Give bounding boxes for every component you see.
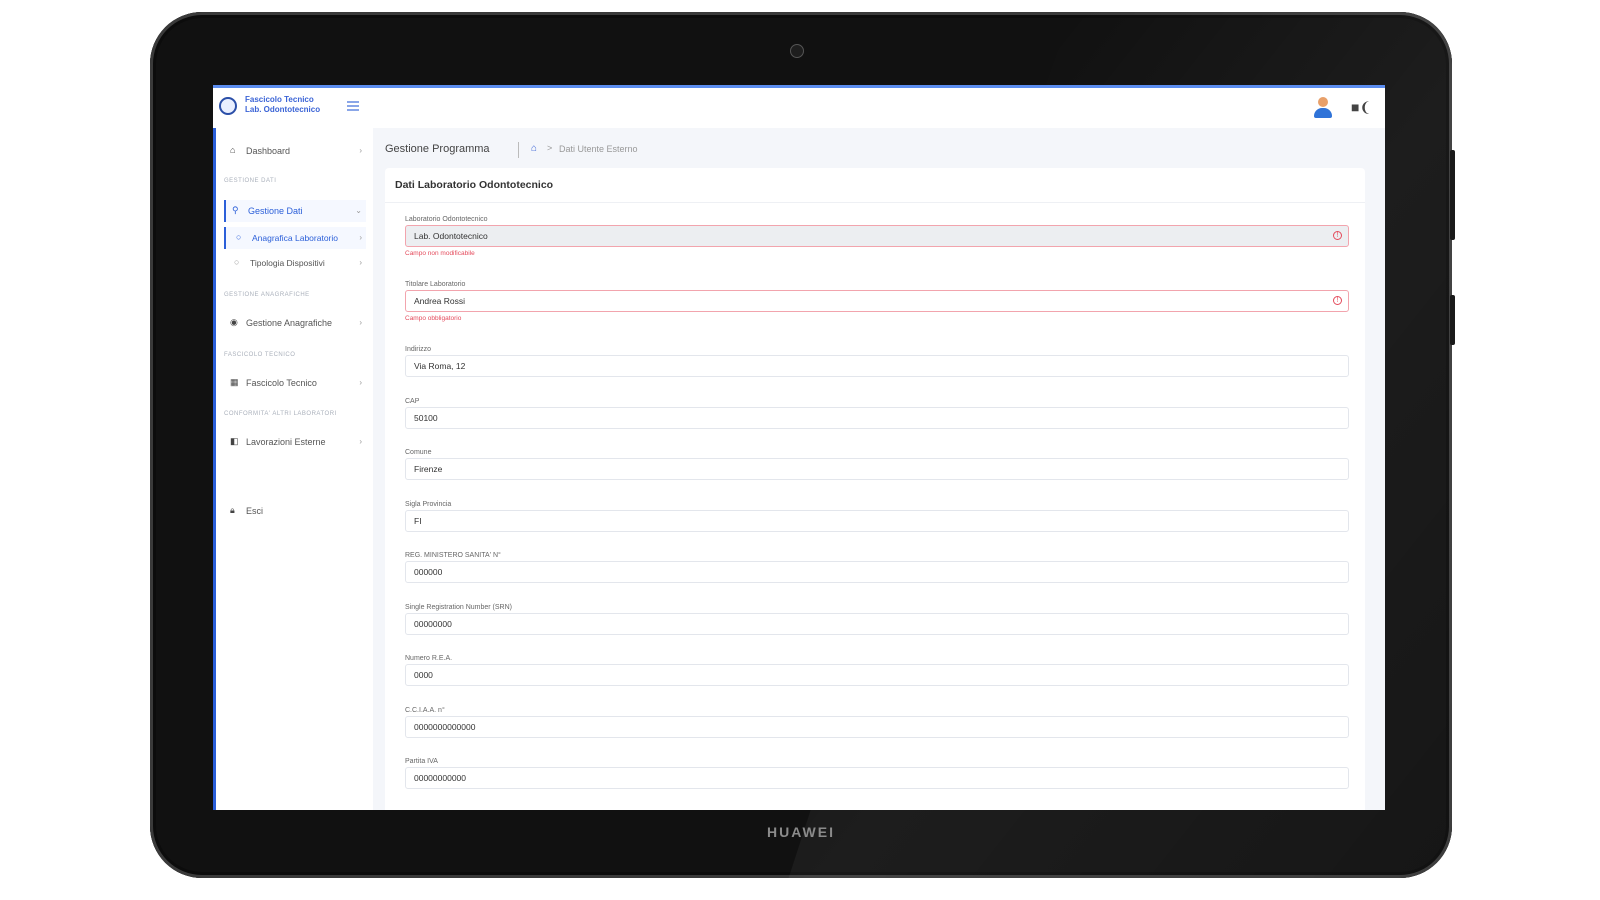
card-title: Dati Laboratorio Odontotecnico <box>395 179 554 191</box>
field-label: Titolare Laboratorio <box>405 281 466 288</box>
srn-input[interactable]: 00000000 <box>405 613 1349 635</box>
circle-icon: ○ <box>236 232 242 242</box>
field-label: Numero R.E.A. <box>405 655 453 662</box>
field-label: Laboratorio Odontotecnico <box>405 216 488 223</box>
field-srn: Single Registration Number (SRN) 0000000… <box>405 602 1349 635</box>
sidebar-section-conformita: CONFORMITA' ALTRI LABORATORI <box>224 411 337 417</box>
field-cap: CAP 50100 <box>405 396 1349 429</box>
chevron-right-icon: > <box>547 143 553 153</box>
sidebar-item-lavorazioni-esterne[interactable]: ◧ Lavorazioni Esterne › <box>224 431 366 453</box>
app-logo-text: Fascicolo Tecnico Lab. Odontotecnico <box>245 95 320 115</box>
field-provincia: Sigla Provincia FI <box>405 499 1349 532</box>
breadcrumb-current-page: Dati Utente Esterno <box>559 144 638 154</box>
titolare-input[interactable]: Andrea Rossi ! <box>405 290 1349 312</box>
sidebar: ⌂ Dashboard › GESTIONE DATI ⚲ Gestione D… <box>213 128 373 810</box>
field-label: Sigla Provincia <box>405 501 452 508</box>
users-icon: ◉ <box>230 317 238 327</box>
field-indirizzo: Indirizzo Via Roma, 12 <box>405 344 1349 377</box>
sidebar-section-gestione-dati: GESTIONE DATI <box>224 178 277 184</box>
device-brand: HUAWEI <box>767 824 835 840</box>
field-label: Comune <box>405 449 432 456</box>
top-bar: Fascicolo Tecnico Lab. Odontotecnico ■❨ <box>213 88 1385 128</box>
user-avatar-icon[interactable] <box>1313 97 1333 119</box>
field-titolare: Titolare Laboratorio Andrea Rossi ! Camp… <box>405 279 1349 324</box>
laboratorio-input[interactable]: Lab. Odontotecnico ! <box>405 225 1349 247</box>
sidebar-section-fascicolo-tecnico: FASCICOLO TECNICO <box>224 352 296 358</box>
field-label: Partita IVA <box>405 758 438 765</box>
app-logo-icon <box>219 97 237 115</box>
logo-line-2: Lab. Odontotecnico <box>245 105 321 114</box>
folder-icon: ▦ <box>230 377 239 387</box>
circle-icon: ○ <box>234 257 240 267</box>
chevron-right-icon: › <box>359 378 362 387</box>
power-button <box>1450 295 1455 345</box>
sidebar-item-gestione-dati[interactable]: ⚲ Gestione Dati ⌄ <box>224 200 366 222</box>
chevron-right-icon: › <box>359 146 362 155</box>
card-header: Dati Laboratorio Odontotecnico <box>385 168 1365 203</box>
field-rea: Numero R.E.A. 0000 <box>405 653 1349 686</box>
chevron-right-icon: › <box>359 233 362 242</box>
sidebar-item-gestione-anagrafiche[interactable]: ◉ Gestione Anagrafiche › <box>224 312 366 334</box>
volume-button <box>1450 150 1455 240</box>
sidebar-section-gestione-anagrafiche: GESTIONE ANAGRAFICHE <box>224 292 310 298</box>
field-label: Single Registration Number (SRN) <box>405 604 512 611</box>
logout-icon[interactable]: ■❨ <box>1351 99 1371 115</box>
field-label: Indirizzo <box>405 346 432 353</box>
lock-icon: 🔒︎ <box>230 505 235 515</box>
chevron-right-icon: › <box>359 437 362 446</box>
columns-icon: ◧ <box>230 436 239 446</box>
breadcrumb-divider <box>518 142 519 158</box>
error-icon: ! <box>1333 231 1342 240</box>
field-laboratorio: Laboratorio Odontotecnico Lab. Odontotec… <box>405 214 1349 259</box>
sidebar-item-esci[interactable]: 🔒︎ Esci <box>224 500 366 522</box>
home-icon[interactable]: ⌂ <box>531 143 537 154</box>
field-partita-iva: Partita IVA 00000000000 <box>405 756 1349 789</box>
chevron-down-icon: ⌄ <box>355 206 362 215</box>
field-reg-ministero: REG. MINISTERO SANITA' N° 000000 <box>405 550 1349 583</box>
chevron-right-icon: › <box>359 318 362 327</box>
field-comune: Comune Firenze <box>405 447 1349 480</box>
provincia-input[interactable]: FI <box>405 510 1349 532</box>
home-icon: ⌂ <box>230 145 236 155</box>
breadcrumb: Gestione Programma ⌂ > Dati Utente Ester… <box>385 140 1365 160</box>
sidebar-item-anagrafica-laboratorio[interactable]: ○ Anagrafica Laboratorio › <box>224 227 366 249</box>
camera-icon <box>790 44 804 58</box>
pin-icon: ⚲ <box>232 205 239 215</box>
partita-iva-input[interactable]: 00000000000 <box>405 767 1349 789</box>
hamburger-menu-icon[interactable] <box>347 101 359 111</box>
field-error-message: Campo non modificabile <box>405 250 475 257</box>
page-title: Gestione Programma <box>385 143 490 155</box>
sidebar-item-tipologia-dispositivi[interactable]: ○ Tipologia Dispositivi › <box>224 252 366 274</box>
tablet-frame: HUAWEI Fascicolo Tecnico Lab. Odontotecn… <box>150 12 1452 878</box>
field-label: C.C.I.A.A. n° <box>405 707 445 714</box>
indirizzo-input[interactable]: Via Roma, 12 <box>405 355 1349 377</box>
sidebar-item-fascicolo-tecnico[interactable]: ▦ Fascicolo Tecnico › <box>224 372 366 394</box>
field-label: REG. MINISTERO SANITA' N° <box>405 552 501 559</box>
error-icon: ! <box>1333 296 1342 305</box>
rea-input[interactable]: 0000 <box>405 664 1349 686</box>
comune-input[interactable]: Firenze <box>405 458 1349 480</box>
form-card: Dati Laboratorio Odontotecnico Laborator… <box>385 168 1365 810</box>
app-screen: Fascicolo Tecnico Lab. Odontotecnico ■❨ … <box>213 85 1385 810</box>
field-cciaa: C.C.I.A.A. n° 0000000000000 <box>405 705 1349 738</box>
reg-ministero-input[interactable]: 000000 <box>405 561 1349 583</box>
logo-line-1: Fascicolo Tecnico <box>245 95 314 104</box>
field-error-message: Campo obbligatorio <box>405 315 462 322</box>
sidebar-item-dashboard[interactable]: ⌂ Dashboard › <box>224 140 366 162</box>
cap-input[interactable]: 50100 <box>405 407 1349 429</box>
cciaa-input[interactable]: 0000000000000 <box>405 716 1349 738</box>
chevron-right-icon: › <box>359 258 362 267</box>
field-label: CAP <box>405 398 420 405</box>
